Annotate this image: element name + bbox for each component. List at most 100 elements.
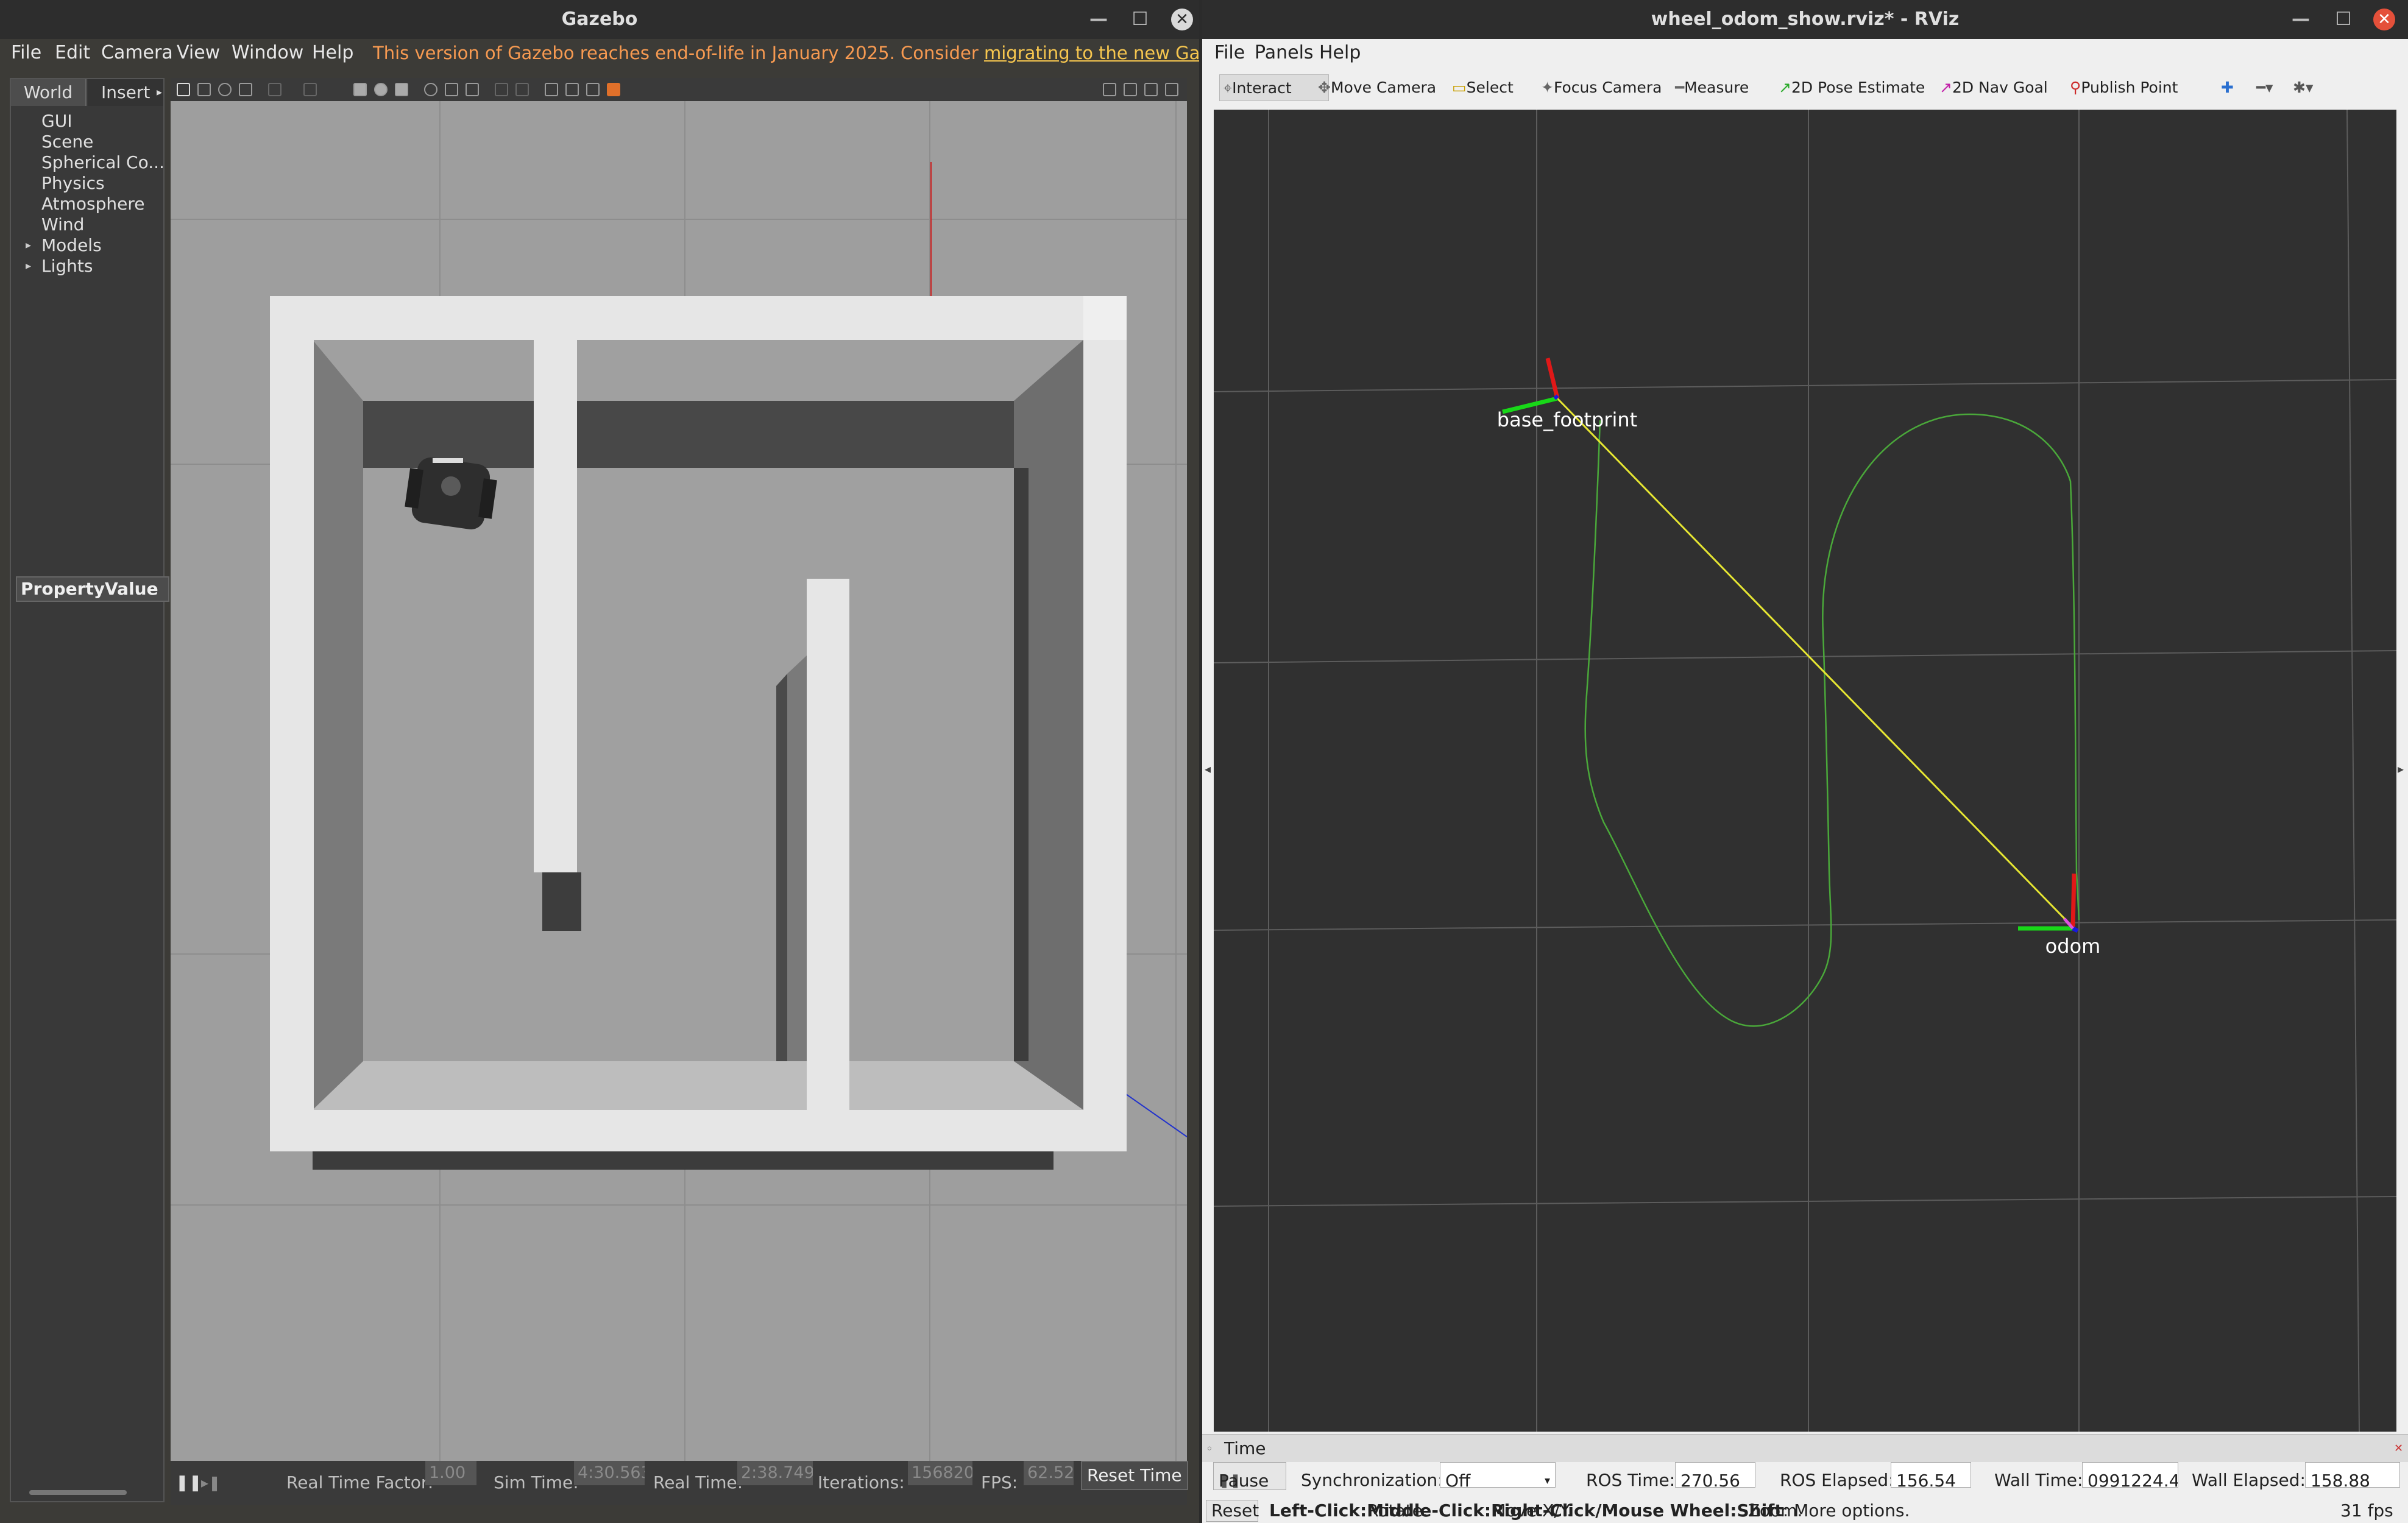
- menu-window[interactable]: Window: [232, 39, 303, 67]
- tree-item-atmosphere[interactable]: Atmosphere: [11, 194, 163, 214]
- rviz-titlebar[interactable]: wheel_odom_show.rviz* - RViz — ☐ ✕: [1202, 0, 2408, 39]
- migration-link[interactable]: migrating to the new Gazebo: [984, 43, 1199, 63]
- collapse-right-icon[interactable]: ▸: [2398, 762, 2404, 776]
- sync-select[interactable]: Off ▾: [1440, 1462, 1556, 1488]
- spot-light-icon[interactable]: [445, 83, 458, 96]
- paste-icon[interactable]: [515, 83, 529, 96]
- tree-item-lights[interactable]: ▸ Lights: [11, 256, 163, 277]
- odom-label: odom: [2045, 935, 2101, 958]
- tool-move-camera[interactable]: ✥Move Camera: [1318, 74, 1436, 101]
- collapse-left-icon[interactable]: ◂: [1205, 762, 1211, 776]
- menu-panels[interactable]: Panels: [1255, 39, 1314, 67]
- eol-warning: This version of Gazebo reaches end-of-li…: [373, 39, 1199, 67]
- sphere-shape-icon[interactable]: [374, 83, 388, 96]
- help-key: Left-Click:: [1269, 1500, 1367, 1521]
- pose-arrow-icon: ↗: [1779, 79, 1791, 96]
- redo-icon[interactable]: [303, 83, 317, 96]
- tool-publish-point[interactable]: ⚲Publish Point: [2070, 74, 2178, 101]
- gazebo-scene: [171, 101, 1187, 1461]
- rviz-3d-viewport[interactable]: base_footprint odom: [1214, 110, 2396, 1432]
- tool-properties-icon[interactable]: ✱▾: [2293, 74, 2314, 101]
- tree-item-label: Models: [41, 235, 102, 255]
- log-icon[interactable]: [1124, 83, 1137, 96]
- tool-2d-nav-goal[interactable]: ↗2D Nav Goal: [1939, 74, 2048, 101]
- tree-item-wind[interactable]: Wind: [11, 214, 163, 235]
- change-view-icon[interactable]: [607, 83, 620, 96]
- align-icon[interactable]: [545, 83, 558, 96]
- cylinder-shape-icon[interactable]: [395, 83, 408, 96]
- tree-item-models[interactable]: ▸ Models: [11, 235, 163, 256]
- wall-time-field[interactable]: 0991224.45: [2082, 1462, 2178, 1488]
- minimize-icon[interactable]: —: [2282, 0, 2320, 39]
- undo-icon[interactable]: [268, 83, 282, 96]
- step-icon[interactable]: ▸❚: [201, 1461, 221, 1505]
- tab-insert[interactable]: Insert ▸: [88, 79, 163, 106]
- close-icon[interactable]: ✕: [1171, 9, 1193, 30]
- menu-camera[interactable]: Camera: [101, 39, 173, 67]
- snap-icon[interactable]: [565, 83, 579, 96]
- scale-mode-icon[interactable]: [239, 83, 252, 96]
- box-shape-icon[interactable]: [353, 83, 367, 96]
- tool-interact[interactable]: ⌖Interact: [1219, 74, 1329, 101]
- tool-measure[interactable]: ━Measure: [1675, 74, 1749, 101]
- expand-arrow-icon[interactable]: ▸: [26, 235, 31, 256]
- tab-world[interactable]: World: [11, 79, 87, 106]
- rviz-title: wheel_odom_show.rviz* - RViz: [1651, 9, 1960, 30]
- rtf-value: 1.00: [425, 1461, 476, 1485]
- reset-time-button[interactable]: Reset Time: [1081, 1461, 1188, 1490]
- menu-view[interactable]: View: [177, 39, 220, 67]
- world-tree: GUI Scene Spherical Co... Physics Atmosp…: [11, 111, 163, 277]
- sync-value: Off: [1445, 1471, 1471, 1488]
- gazebo-3d-viewport[interactable]: [171, 101, 1187, 1461]
- translate-mode-icon[interactable]: [197, 83, 211, 96]
- world-panel: World Insert ▸ GUI Scene Spherical Co... …: [10, 78, 169, 1502]
- wall-shadow: [313, 340, 363, 1110]
- gazebo-titlebar[interactable]: Gazebo — ☐ ✕: [0, 0, 1199, 39]
- tool-focus-camera[interactable]: ✦Focus Camera: [1541, 74, 1662, 101]
- menu-file[interactable]: File: [1214, 39, 1245, 67]
- panel-close-icon[interactable]: ✕: [2394, 1435, 2403, 1463]
- video-record-icon[interactable]: [1165, 83, 1178, 96]
- tool-select[interactable]: ▭Select: [1452, 74, 1514, 101]
- reset-button[interactable]: Reset: [1206, 1500, 1259, 1522]
- wall-corner: [1083, 296, 1127, 340]
- menu-help[interactable]: Help: [312, 39, 353, 67]
- tree-item-gui[interactable]: GUI: [11, 111, 163, 132]
- wall-shadow: [1014, 468, 1029, 1061]
- wall-bottom: [270, 1110, 1127, 1151]
- wall-elapsed-field[interactable]: 158.88: [2305, 1462, 2400, 1488]
- help-bar: Reset Left-Click: Rotate. Middle-Click: …: [1202, 1499, 2408, 1523]
- plot-icon[interactable]: [1144, 83, 1158, 96]
- ros-elapsed-field[interactable]: 156.54: [1891, 1462, 1971, 1488]
- ruler-icon: ━: [1675, 79, 1685, 96]
- tool-label: Measure: [1684, 79, 1749, 96]
- expand-arrow-icon[interactable]: ▸: [26, 256, 31, 277]
- tree-item-spherical-coordinates[interactable]: Spherical Co...: [11, 152, 163, 173]
- tree-item-physics[interactable]: Physics: [11, 173, 163, 194]
- close-icon[interactable]: ✕: [2373, 9, 2395, 30]
- magnet-icon[interactable]: [586, 83, 600, 96]
- menu-file[interactable]: File: [11, 39, 41, 67]
- directional-light-icon[interactable]: [466, 83, 479, 96]
- add-tool-icon[interactable]: ✚: [2221, 74, 2234, 101]
- tree-item-scene[interactable]: Scene: [11, 132, 163, 152]
- minimize-icon[interactable]: —: [1080, 0, 1117, 39]
- point-light-icon[interactable]: [424, 83, 437, 96]
- menu-help[interactable]: Help: [1319, 39, 1361, 67]
- ros-time-field[interactable]: 270.56: [1675, 1462, 1755, 1488]
- tool-2d-pose-estimate[interactable]: ↗2D Pose Estimate: [1779, 74, 1925, 101]
- wall-shadow: [776, 674, 787, 1066]
- select-mode-icon[interactable]: [177, 83, 190, 96]
- copy-icon[interactable]: [495, 83, 508, 96]
- menu-edit[interactable]: Edit: [55, 39, 90, 67]
- remove-tool-icon[interactable]: ━▾: [2256, 74, 2273, 101]
- pause-icon[interactable]: ❚❚: [175, 1461, 202, 1505]
- maximize-icon[interactable]: ☐: [1121, 0, 1159, 39]
- panel-scrollbar[interactable]: [29, 1490, 127, 1495]
- robot-model[interactable]: [405, 456, 497, 531]
- wall-top: [270, 296, 1127, 340]
- rotate-mode-icon[interactable]: [218, 83, 232, 96]
- screenshot-icon[interactable]: [1103, 83, 1116, 96]
- maximize-icon[interactable]: ☐: [2325, 0, 2362, 39]
- pause-button[interactable]: ❚❚ Pause: [1213, 1462, 1286, 1491]
